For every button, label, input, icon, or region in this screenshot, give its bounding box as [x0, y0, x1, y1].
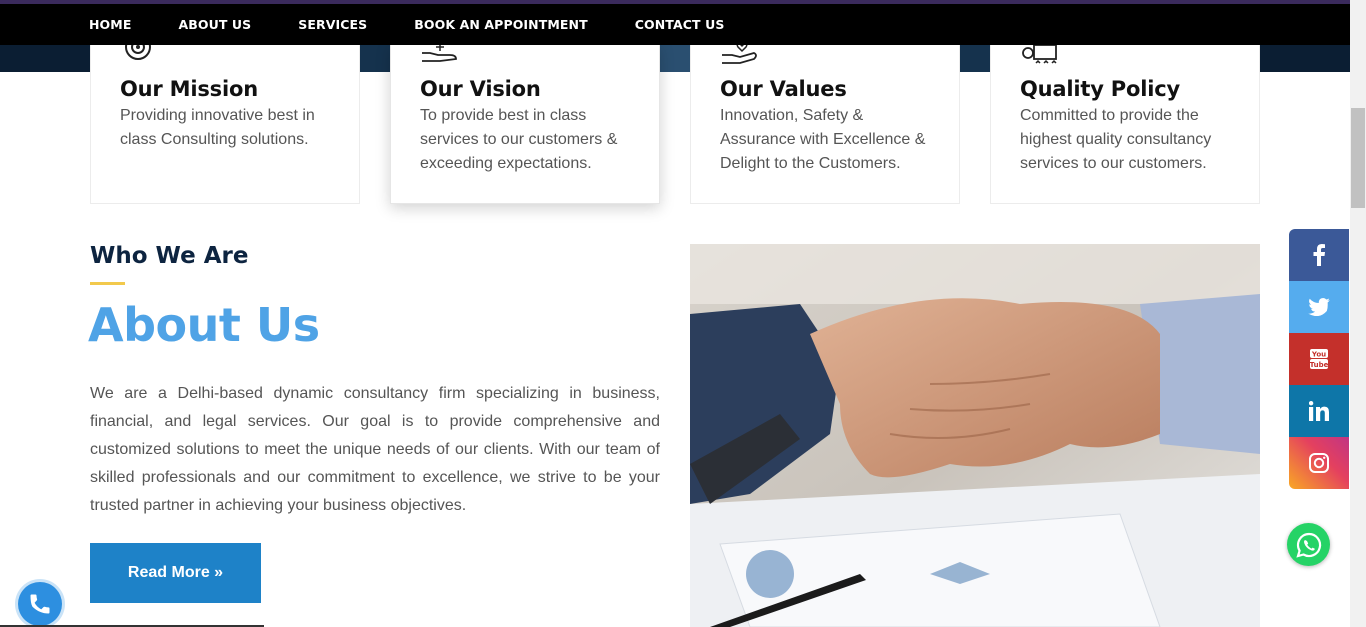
read-more-button[interactable]: Read More »: [90, 543, 261, 603]
whatsapp-button[interactable]: [1287, 523, 1330, 566]
call-button[interactable]: [18, 582, 62, 626]
social-sidebar: You Tube: [1289, 229, 1349, 489]
page-scrollbar[interactable]: [1350, 0, 1366, 627]
youtube-icon[interactable]: You Tube: [1289, 333, 1349, 385]
card-text: Innovation, Safety & Assurance with Exce…: [720, 107, 926, 172]
main-navbar: HOME ABOUT US SERVICES BOOK AN APPOINTME…: [0, 4, 1350, 45]
instagram-icon[interactable]: [1289, 437, 1349, 489]
card-text: Providing innovative best in class Consu…: [120, 107, 315, 148]
certificate-icon: [1022, 44, 1057, 64]
facebook-icon[interactable]: [1289, 229, 1349, 281]
card-title: Our Mission: [120, 77, 258, 101]
card-title: Quality Policy: [1020, 77, 1180, 101]
about-title: About Us: [88, 298, 320, 352]
handshake-image: [690, 244, 1260, 627]
card-text: To provide best in class services to our…: [420, 107, 618, 172]
card-title: Our Values: [720, 77, 847, 101]
card-title: Our Vision: [420, 77, 541, 101]
scrollbar-thumb[interactable]: [1351, 108, 1365, 208]
about-description: We are a Delhi-based dynamic consultancy…: [90, 385, 660, 514]
twitter-icon[interactable]: [1289, 281, 1349, 333]
hand-bulb-icon: [422, 45, 457, 62]
nav-home[interactable]: HOME: [89, 17, 131, 32]
card-vision: Our Vision To provide best in class serv…: [390, 44, 660, 204]
target-icon: [125, 43, 151, 60]
card-quality-policy: Quality Policy Committed to provide the …: [990, 44, 1260, 204]
whatsapp-icon: [1295, 532, 1321, 558]
svg-text:You: You: [1311, 351, 1326, 359]
hand-heart-icon: [722, 43, 757, 64]
phone-icon: [30, 594, 50, 614]
nav-book-appointment[interactable]: BOOK AN APPOINTMENT: [414, 17, 587, 32]
kicker-underline: [90, 282, 125, 285]
linkedin-icon[interactable]: [1289, 385, 1349, 437]
nav-services[interactable]: SERVICES: [298, 17, 367, 32]
card-mission: Our Mission Providing innovative best in…: [90, 43, 360, 204]
svg-text:Tube: Tube: [1310, 361, 1329, 369]
nav-contact-us[interactable]: CONTACT US: [635, 17, 725, 32]
section-kicker: Who We Are: [90, 243, 249, 269]
card-text: Committed to provide the highest quality…: [1020, 107, 1212, 172]
nav-about-us[interactable]: ABOUT US: [178, 17, 251, 32]
card-values: Our Values Innovation, Safety & Assuranc…: [690, 43, 960, 204]
